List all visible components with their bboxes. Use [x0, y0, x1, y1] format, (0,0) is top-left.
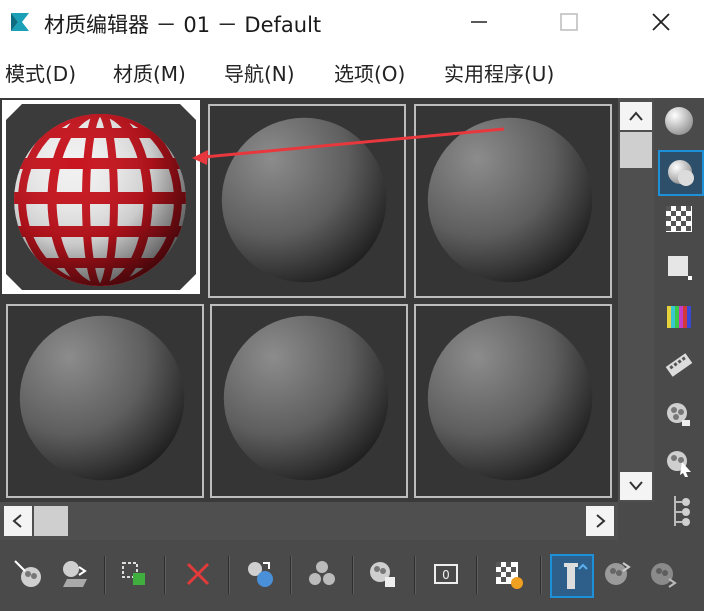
- separator: [540, 556, 542, 594]
- get-material-icon[interactable]: [8, 554, 48, 594]
- menu-utilities[interactable]: 实用程序(U): [444, 58, 554, 87]
- sample-slot[interactable]: [414, 304, 612, 498]
- horizontal-scrollbar[interactable]: [0, 502, 618, 540]
- go-to-parent-icon[interactable]: [550, 554, 594, 598]
- scroll-down-button[interactable]: [620, 472, 652, 500]
- separator: [476, 556, 478, 594]
- gray-material-sphere: [427, 315, 593, 481]
- scroll-left-button[interactable]: [4, 506, 32, 536]
- svg-text:0: 0: [442, 568, 450, 582]
- app-logo-icon: [8, 10, 32, 34]
- select-by-material-icon[interactable]: [658, 442, 700, 484]
- material-map-navigator-icon[interactable]: [658, 490, 700, 532]
- bottom-toolbar: 0: [0, 540, 704, 611]
- menu-navigation[interactable]: 导航(N): [224, 58, 295, 87]
- go-forward-to-sibling-icon[interactable]: [598, 554, 638, 594]
- maximize-button[interactable]: [546, 0, 592, 44]
- separator: [352, 556, 354, 594]
- separator: [228, 556, 230, 594]
- reset-map-icon[interactable]: [178, 554, 218, 594]
- separator: [164, 556, 166, 594]
- gray-material-sphere: [223, 315, 389, 481]
- separator: [414, 556, 416, 594]
- menu-material[interactable]: 材质(M): [113, 58, 186, 87]
- show-end-result-icon[interactable]: [488, 554, 528, 594]
- title-bar: 材质编辑器 － 01 － Default: [0, 0, 704, 44]
- separator: [104, 556, 106, 594]
- scroll-up-button[interactable]: [620, 102, 652, 130]
- minimize-button[interactable]: [456, 0, 502, 44]
- sample-slot[interactable]: [208, 104, 406, 298]
- video-color-check-icon[interactable]: [658, 296, 700, 338]
- backlight-icon[interactable]: [658, 150, 704, 196]
- scroll-thumb[interactable]: [34, 506, 68, 536]
- put-to-library-icon[interactable]: [302, 554, 342, 594]
- gray-material-sphere: [427, 117, 593, 283]
- menu-options[interactable]: 选项(O): [334, 58, 405, 87]
- sample-options-icon[interactable]: [658, 394, 700, 436]
- material-id-channel-icon[interactable]: [362, 554, 402, 594]
- show-map-in-viewport-icon[interactable]: 0: [426, 554, 466, 594]
- menu-bar: 模式(D) 材质(M) 导航(N) 选项(O) 实用程序(U): [0, 44, 704, 98]
- separator: [290, 556, 292, 594]
- menu-mode[interactable]: 模式(D): [5, 58, 76, 87]
- scroll-right-button[interactable]: [586, 506, 614, 536]
- vertical-scrollbar[interactable]: [618, 98, 654, 502]
- checker-material-sphere: [6, 104, 196, 290]
- make-preview-icon[interactable]: [658, 344, 700, 386]
- put-to-scene-icon[interactable]: [54, 554, 94, 594]
- gray-material-sphere: [221, 117, 387, 283]
- scroll-thumb[interactable]: [620, 132, 652, 168]
- sample-slot[interactable]: [6, 304, 204, 498]
- sample-slots-panel: [0, 98, 618, 502]
- material-sphere-dim-icon[interactable]: [644, 554, 684, 594]
- close-button[interactable]: [638, 0, 684, 44]
- gray-material-sphere: [19, 315, 185, 481]
- window-title: 材质编辑器 － 01 － Default: [44, 13, 322, 37]
- sample-slot[interactable]: [2, 100, 200, 294]
- assign-to-selection-icon[interactable]: [114, 554, 154, 594]
- sample-slot[interactable]: [210, 304, 408, 498]
- sample-type-sphere-icon[interactable]: [658, 100, 700, 142]
- sample-slot[interactable]: [414, 104, 612, 298]
- sample-controls-sidebar: [654, 98, 704, 540]
- make-unique-icon[interactable]: [240, 554, 280, 594]
- uv-tiling-icon[interactable]: [658, 246, 700, 288]
- background-checker-icon[interactable]: [658, 198, 700, 240]
